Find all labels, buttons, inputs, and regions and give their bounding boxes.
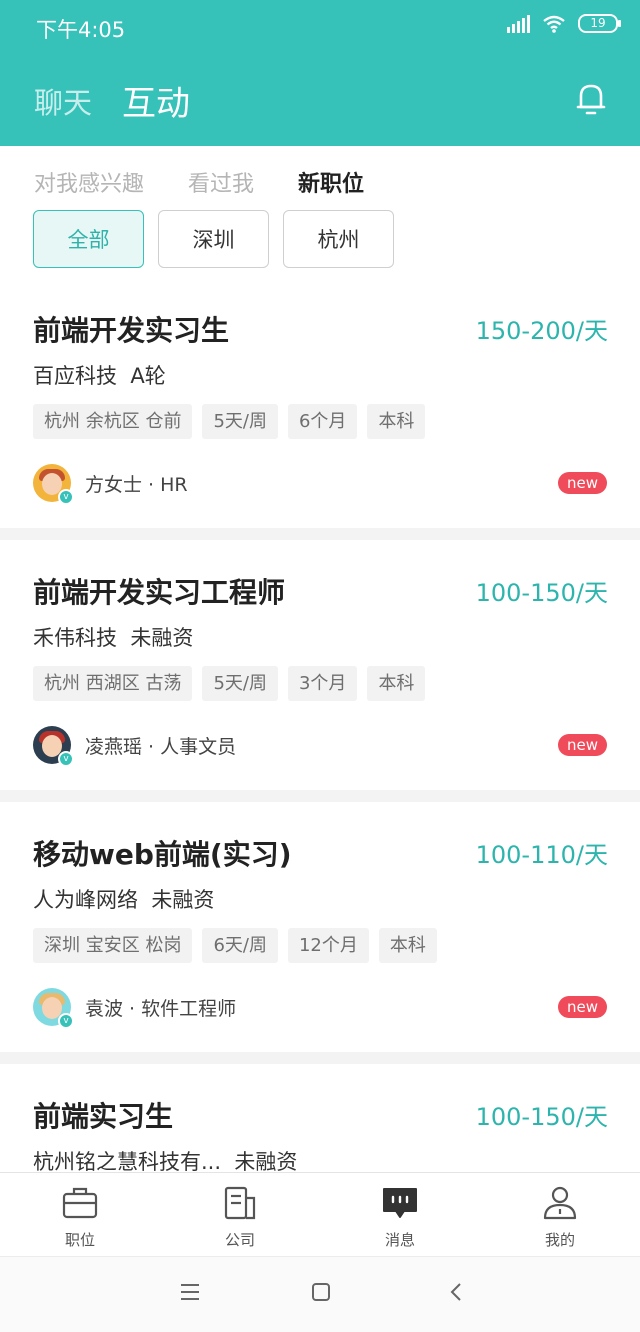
recruiter: v 凌燕瑶 · 人事文员 bbox=[33, 726, 237, 767]
new-badge: new bbox=[557, 734, 607, 756]
tag-location: 杭州 西湖区 古荡 bbox=[33, 666, 193, 701]
tag-days: 5天/周 bbox=[202, 666, 278, 701]
nav-label: 职位 bbox=[64, 1231, 95, 1249]
nav-label: 公司 bbox=[224, 1231, 255, 1249]
job-title: 前端实习生 bbox=[33, 1100, 174, 1133]
tag-location: 杭州 余杭区 仓前 bbox=[33, 404, 193, 439]
tag-duration: 6个月 bbox=[287, 404, 358, 439]
system-nav-bar bbox=[0, 1256, 640, 1332]
recruiter: v 方女士 · HR bbox=[33, 464, 188, 505]
job-title: 前端开发实习工程师 bbox=[33, 576, 286, 609]
nav-messages[interactable]: 消息 bbox=[320, 1173, 480, 1256]
home-icon[interactable] bbox=[310, 1281, 332, 1303]
nav-company[interactable]: 公司 bbox=[160, 1173, 320, 1256]
job-card[interactable]: 前端开发实习工程师 100-150/天 禾伟科技 未融资 杭州 西湖区 古荡 5… bbox=[0, 540, 640, 802]
briefcase-icon bbox=[62, 1187, 98, 1219]
recruiter-name: 袁波 · 软件工程师 bbox=[85, 997, 237, 1020]
recruiter-name: 方女士 · HR bbox=[85, 473, 188, 496]
status-icons: 19 bbox=[507, 14, 621, 33]
job-tags: 杭州 西湖区 古荡 5天/周 3个月 本科 bbox=[33, 666, 426, 701]
chip-shenzhen[interactable]: 深圳 bbox=[158, 210, 269, 268]
subtabs: 对我感兴趣 看过我 新职位 bbox=[34, 166, 364, 198]
bell-icon[interactable] bbox=[576, 82, 606, 116]
job-title: 移动web前端(实习) bbox=[33, 838, 292, 871]
chip-all[interactable]: 全部 bbox=[33, 210, 144, 268]
wifi-icon bbox=[543, 15, 565, 33]
recruiter-name: 凌燕瑶 · 人事文员 bbox=[85, 735, 237, 758]
job-salary: 100-150/天 bbox=[475, 1103, 608, 1131]
bottom-nav: 职位 公司 消息 我的 bbox=[0, 1172, 640, 1256]
job-salary: 100-110/天 bbox=[475, 841, 608, 869]
job-salary: 150-200/天 bbox=[475, 317, 608, 345]
tab-chat[interactable]: 聊天 bbox=[34, 80, 92, 122]
job-card[interactable]: 移动web前端(实习) 100-110/天 人为峰网络 未融资 深圳 宝安区 松… bbox=[0, 802, 640, 1064]
company-info: 人为峰网络 未融资 bbox=[33, 888, 215, 912]
verified-icon: v bbox=[58, 489, 74, 505]
subtab-interested-in-me[interactable]: 对我感兴趣 bbox=[34, 166, 144, 198]
subtab-viewed-me[interactable]: 看过我 bbox=[188, 166, 254, 198]
nav-label: 我的 bbox=[544, 1231, 575, 1249]
tag-days: 5天/周 bbox=[202, 404, 278, 439]
tag-duration: 12个月 bbox=[287, 928, 369, 963]
new-badge: new bbox=[557, 472, 607, 494]
company-info: 百应科技 A轮 bbox=[33, 364, 166, 388]
job-tags: 杭州 余杭区 仓前 5天/周 6个月 本科 bbox=[33, 404, 426, 439]
status-time: 下午4:05 bbox=[36, 18, 126, 42]
company-info: 禾伟科技 未融资 bbox=[33, 626, 194, 650]
subtab-new-jobs[interactable]: 新职位 bbox=[298, 166, 364, 198]
new-badge: new bbox=[557, 996, 607, 1018]
tag-degree: 本科 bbox=[367, 666, 426, 701]
building-icon bbox=[224, 1186, 256, 1220]
tag-location: 深圳 宝安区 松岗 bbox=[33, 928, 193, 963]
avatar: v bbox=[33, 988, 74, 1029]
avatar: v bbox=[33, 464, 74, 505]
back-icon[interactable] bbox=[446, 1281, 466, 1303]
menu-icon[interactable] bbox=[178, 1281, 202, 1303]
job-tags: 深圳 宝安区 松岗 6天/周 12个月 本科 bbox=[33, 928, 437, 963]
tab-interaction[interactable]: 互动 bbox=[122, 76, 190, 125]
tag-duration: 3个月 bbox=[287, 666, 358, 701]
job-salary: 100-150/天 bbox=[475, 579, 608, 607]
verified-icon: v bbox=[58, 751, 74, 767]
signal-icon bbox=[507, 14, 530, 33]
job-card[interactable]: 前端开发实习生 150-200/天 百应科技 A轮 杭州 余杭区 仓前 5天/周… bbox=[0, 278, 640, 540]
city-filter: 全部 深圳 杭州 bbox=[33, 210, 394, 268]
verified-icon: v bbox=[58, 1013, 74, 1029]
chip-hangzhou[interactable]: 杭州 bbox=[283, 210, 394, 268]
message-icon bbox=[383, 1188, 417, 1218]
tag-degree: 本科 bbox=[378, 928, 437, 963]
tag-days: 6天/周 bbox=[202, 928, 278, 963]
tag-degree: 本科 bbox=[367, 404, 426, 439]
recruiter: v 袁波 · 软件工程师 bbox=[33, 988, 237, 1029]
battery-icon: 19 bbox=[578, 14, 621, 33]
nav-label: 消息 bbox=[384, 1231, 415, 1249]
nav-profile[interactable]: 我的 bbox=[480, 1173, 640, 1256]
avatar: v bbox=[33, 726, 74, 767]
job-title: 前端开发实习生 bbox=[33, 314, 230, 347]
profile-icon bbox=[543, 1186, 577, 1220]
header: 下午4:05 19 聊天 互动 bbox=[0, 0, 640, 146]
nav-jobs[interactable]: 职位 bbox=[0, 1173, 160, 1256]
